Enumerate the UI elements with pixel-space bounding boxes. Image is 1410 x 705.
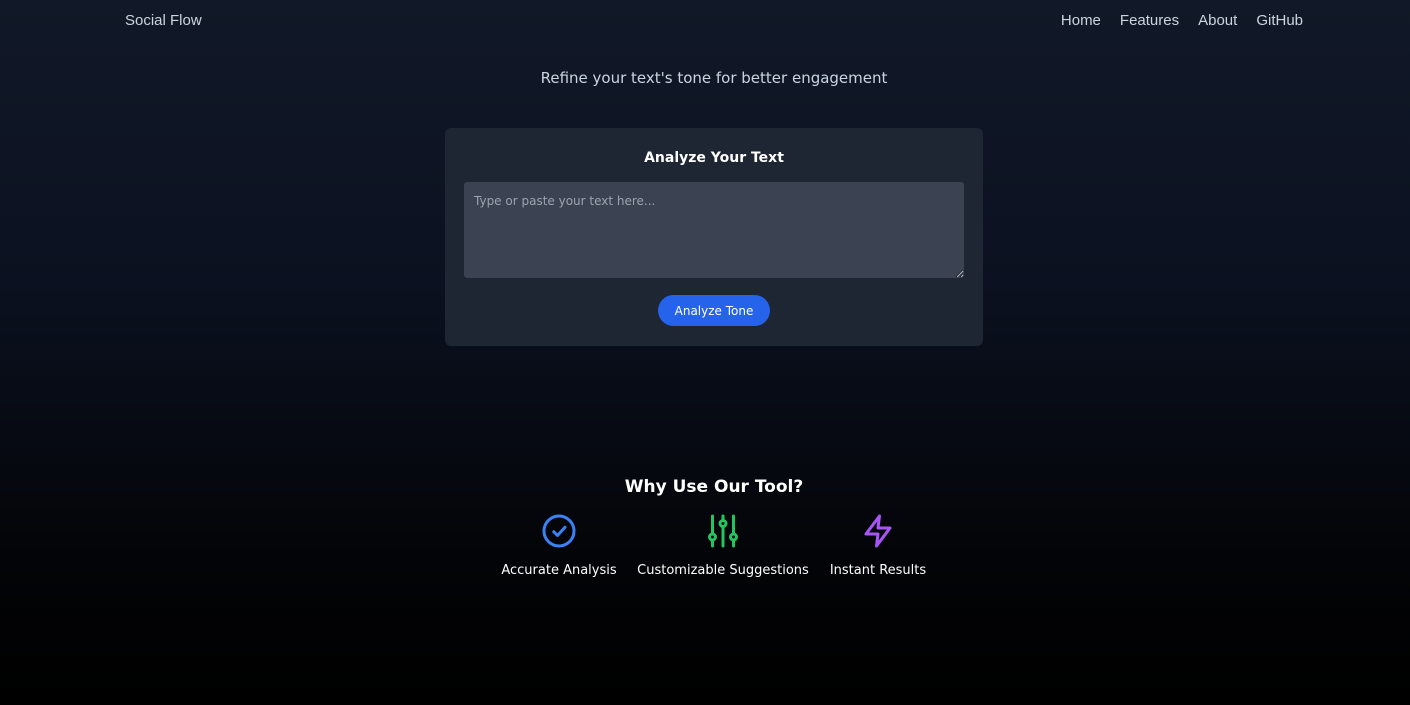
feature-label: Accurate Analysis [501,563,617,578]
nav-link-home[interactable]: Home [1061,12,1101,29]
text-input[interactable] [464,182,964,278]
hero-tagline: Refine your text's tone for better engag… [540,69,888,87]
nav-link-features[interactable]: Features [1120,12,1179,29]
features-title: Why Use Our Tool? [624,477,804,497]
analyze-tone-button[interactable]: Analyze Tone [658,295,770,326]
nav-link-github[interactable]: GitHub [1256,12,1303,29]
feature-accurate-analysis: Accurate Analysis [494,513,624,578]
check-circle-icon [542,514,576,548]
nav-link-about[interactable]: About [1198,12,1237,29]
lightning-icon [864,514,892,548]
analyzer-title: Analyze Your Text [644,150,784,166]
nav-links: Home Features About GitHub [1061,12,1303,29]
brand-logo-link[interactable]: Social Flow [125,12,202,29]
feature-customizable-suggestions: Customizable Suggestions [633,513,813,578]
feature-instant-results: Instant Results [823,513,933,578]
feature-label: Instant Results [829,563,927,578]
top-navbar: Social Flow Home Features About GitHub [0,0,1410,40]
sliders-icon [708,514,738,548]
feature-label: Customizable Suggestions [637,563,809,578]
analyzer-card: Analyze Your Text Analyze Tone [445,128,983,346]
